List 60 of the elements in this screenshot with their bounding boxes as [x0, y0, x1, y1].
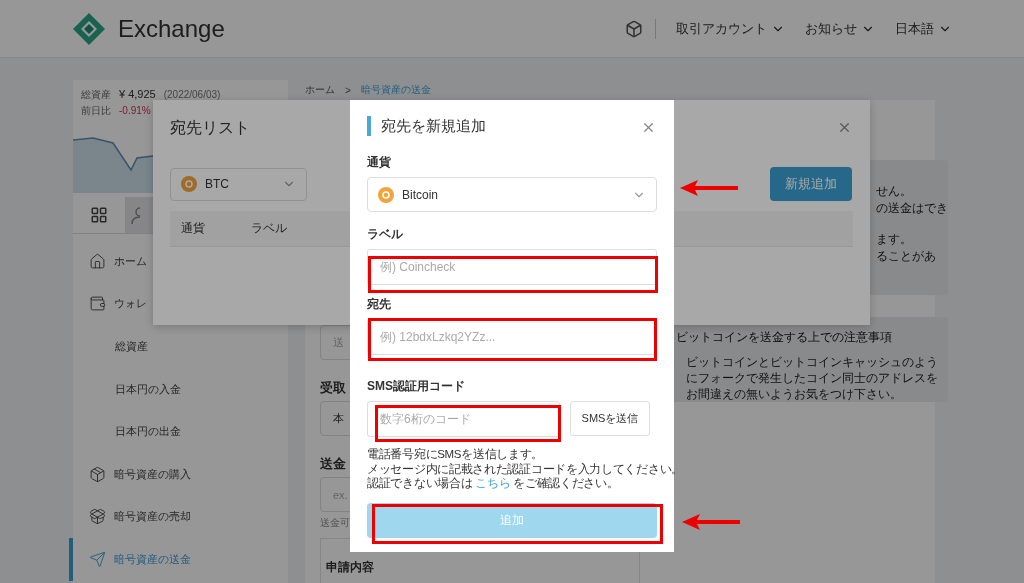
header-menu[interactable]: 取引アカウント — [676, 19, 785, 38]
notice-text: せん。 — [876, 184, 912, 199]
header-menu[interactable]: 日本語 — [895, 19, 952, 38]
dialog-title: 宛先を新規追加 — [367, 116, 486, 136]
bitcoin-icon — [181, 176, 197, 192]
open-box-icon — [89, 508, 106, 526]
help-text: 認証できない場合は こちら をご確認ください。 — [367, 476, 619, 491]
field-label: 宛先 — [367, 296, 391, 313]
field-label: SMS認証用コード — [367, 378, 465, 395]
cube-icon[interactable] — [625, 19, 643, 38]
person-icon — [130, 206, 140, 224]
summary-label: 総資産 — [81, 88, 111, 102]
column-header: 通貨 — [181, 220, 205, 237]
summary-date: (2022/06/03) — [163, 89, 222, 100]
nav-item[interactable]: 日本円の入金 — [69, 367, 288, 411]
brand-name: Exchange — [118, 14, 225, 43]
summary-label: 前日比 — [81, 104, 111, 118]
send-sms-button[interactable]: SMSを送信 — [570, 401, 650, 436]
summary-title: 申請内容 — [326, 560, 374, 574]
help-text: 電話番号宛にSMSを送信します。 — [367, 447, 544, 462]
field-label: 送金 — [320, 456, 346, 471]
field-label: ラベル — [367, 226, 403, 243]
help-link[interactable]: こちら — [475, 477, 511, 489]
breadcrumb-link[interactable]: ホーム — [305, 83, 335, 97]
currency-select[interactable]: Bitcoin — [367, 177, 657, 212]
notice-text: ることがあ — [876, 249, 936, 264]
notice-text: ビットコインとビットコインキャッシュのようにフォークで発生したコイン同士のアドレスをお間違えの無いようお気をつけ下さい。 — [685, 354, 939, 402]
nav-item[interactable]: 総資産 — [69, 325, 288, 368]
amount-note: 送金可 — [320, 516, 350, 530]
summary-value: ¥ 4,925 — [119, 88, 156, 100]
breadcrumb-current: 暗号資産の送金 — [360, 83, 431, 97]
nav-item[interactable]: ホーム — [69, 240, 288, 283]
add-new-button[interactable]: 新規追加 — [770, 167, 852, 201]
currency-select[interactable]: BTC — [170, 167, 307, 201]
box-icon — [89, 465, 106, 483]
close-button[interactable] — [641, 120, 656, 135]
wallet-icon — [89, 295, 106, 313]
logo-icon — [72, 11, 106, 46]
column-header: ラベル — [251, 220, 287, 237]
field-label: 受取 — [320, 380, 346, 395]
nav-item[interactable]: 日本円の出金 — [69, 410, 288, 453]
notice-text: ます。 — [876, 232, 912, 247]
home-icon — [89, 252, 106, 270]
nav-item[interactable]: ウォレ — [69, 282, 288, 326]
arrow-icon — [682, 514, 740, 530]
arrow-icon — [680, 180, 738, 196]
nav-item[interactable]: 暗号資産の売却 — [69, 495, 288, 539]
header-menu[interactable]: お知らせ — [805, 19, 875, 38]
close-button[interactable] — [837, 120, 852, 135]
field-label: 通貨 — [367, 154, 391, 171]
notice-text: の送金はでき — [876, 201, 948, 216]
nav-item[interactable]: 暗号資産の購入 — [69, 452, 288, 496]
bitcoin-icon — [378, 186, 394, 203]
summary-change: -0.91% — [119, 105, 152, 116]
paper-plane-icon — [89, 550, 106, 568]
help-text: メッセージ内に記載された認証コードを入力してください。 — [367, 461, 683, 476]
dialog-title: 宛先リスト — [170, 119, 250, 136]
breadcrumb-separator: > — [345, 84, 351, 96]
notice-title: ビットコインを送金する上での注意事項 — [676, 329, 892, 346]
grid-icon — [90, 206, 108, 224]
